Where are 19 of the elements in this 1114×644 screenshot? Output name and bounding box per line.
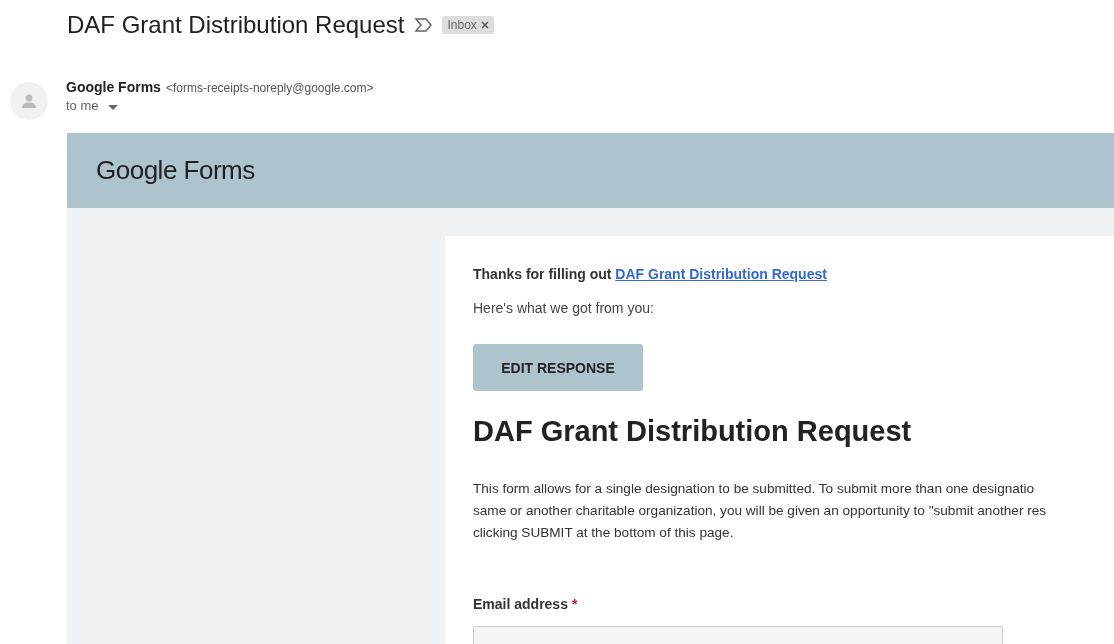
thanks-text: Thanks for filling out DAF Grant Distribution Request <box>473 266 827 282</box>
form-title: DAF Grant Distribution Request <box>473 415 912 448</box>
question-label: Email address * <box>473 596 578 612</box>
form-link[interactable]: DAF Grant Distribution Request <box>615 266 827 282</box>
google-forms-logo: Google Forms <box>96 155 255 186</box>
importance-marker-icon[interactable] <box>414 18 433 32</box>
close-icon[interactable] <box>480 21 489 29</box>
recipient-text: to me <box>66 98 99 113</box>
form-description: This form allows for a single designation to be submitted. To submit more than one designatio same or another charitable organization, you will be given an opportunity to "submit another res clicking SUBMIT at the bottom of this page. <box>473 480 1047 542</box>
person-icon <box>21 93 37 109</box>
intro-text: Here's what we got from you: <box>473 300 654 316</box>
required-mark: * <box>571 596 578 612</box>
email-subject: DAF Grant Distribution Request <box>67 11 405 39</box>
edit-response-button[interactable]: EDIT RESPONSE <box>473 344 643 391</box>
email-field[interactable] <box>473 626 1003 644</box>
caret-icon[interactable] <box>107 105 118 110</box>
inbox-label[interactable]: Inbox <box>442 16 494 34</box>
sender-address: <forms-receipts-noreply@google.com> <box>165 81 374 95</box>
sender-name: Google Forms <box>66 79 161 95</box>
